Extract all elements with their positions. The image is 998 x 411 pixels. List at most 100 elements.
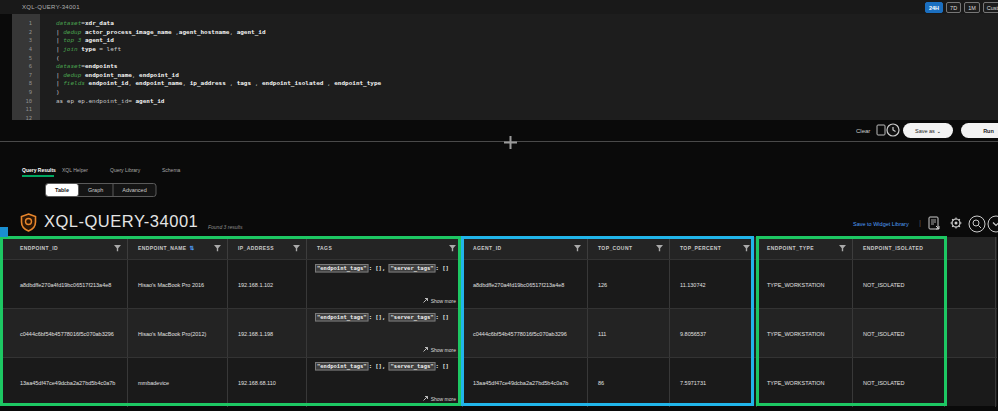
xql-shield-icon (20, 213, 37, 232)
save-as-button[interactable]: Save as ⌄ (903, 123, 953, 138)
show-more-link[interactable]: Show more (423, 396, 456, 403)
filter-icon[interactable] (839, 245, 846, 252)
run-button[interactable]: Run (961, 123, 998, 138)
cursor-crosshair-v (510, 136, 512, 149)
cell-endpoint_type[interactable]: TYPE_WORKSTATION (757, 309, 853, 358)
filter-icon[interactable] (574, 245, 581, 252)
code-line-6[interactable]: 6dataset=endpoints (12, 62, 998, 71)
cell-tags[interactable]: "endpoint_tags": [], "server_tags": [] Sh… (307, 309, 463, 358)
cell-top_count[interactable]: 111 (588, 309, 670, 358)
col-header-endpoint_type[interactable]: ENDPOINT_TYPE (757, 237, 853, 259)
tab-query-library[interactable]: Query Library (110, 167, 140, 173)
code-line-12[interactable]: 12 (12, 114, 998, 120)
time-range-24h[interactable]: 24H (925, 2, 943, 13)
view-tab-table[interactable]: Table (46, 184, 79, 196)
cell-endpoint_isolated[interactable]: NOT_ISOLATED (853, 260, 945, 309)
collapse-icon (988, 216, 998, 232)
xql-query-page: XQL-QUERY-34001 24H7D1MCustom 1dataset=x… (0, 0, 998, 411)
cell-endpoint_isolated[interactable]: NOT_ISOLATED (853, 358, 945, 407)
filter-icon[interactable] (743, 245, 750, 252)
highlight-corner-marker (0, 227, 8, 237)
query-history-icon[interactable] (876, 122, 902, 138)
external-link-icon (423, 298, 429, 304)
cell-top_percent[interactable]: 9.8056537 (670, 309, 757, 358)
cell-top_percent[interactable]: 7.5971731 (670, 358, 757, 407)
code-line-7[interactable]: 7| dedup endpoint_name, endpoint_id (12, 71, 998, 80)
cell-endpoint_id[interactable]: 13aa45df47ce49dcba2a27bd5b4c0a7b (2, 358, 128, 407)
col-header-top_percent[interactable]: TOP_PERCENT (670, 237, 757, 259)
cell-endpoint_name[interactable]: Hisao's MacBook Pro 2016 (128, 260, 228, 309)
tab-xql-helper[interactable]: XQL Helper (62, 167, 88, 173)
panel-divider[interactable] (0, 141, 998, 142)
cell-agent_id[interactable]: a8dbdffe270a4fd19bc06517f213a4e8 (463, 260, 588, 309)
col-header-top_count[interactable]: TOP_COUNT (588, 237, 670, 259)
tab-schema[interactable]: Schema (162, 167, 180, 173)
show-more-link[interactable]: Show more (423, 298, 456, 305)
tab-query-results[interactable]: Query Results (22, 167, 56, 173)
table-row[interactable]: c0444c6bf54b45778016f5c070ab3296Hisao's … (2, 308, 997, 357)
clear-button[interactable]: Clear (856, 127, 870, 134)
cell-ip_address[interactable]: 192.168.68.110 (228, 358, 307, 407)
view-tab-graph[interactable]: Graph (79, 184, 113, 196)
results-title: XQL-QUERY-34001 (44, 212, 198, 231)
cell-top_count[interactable]: 86 (588, 358, 670, 407)
cell-endpoint_type[interactable]: TYPE_WORKSTATION (757, 358, 853, 407)
sort-icon[interactable]: ⇅ (190, 245, 195, 251)
code-line-4[interactable]: 4| join type = left (12, 45, 998, 54)
window-titlebar: XQL-QUERY-34001 (0, 0, 998, 14)
code-line-3[interactable]: 3| top 3 agent_id (12, 36, 998, 45)
code-line-2[interactable]: 2| dedup actor_process_image_name ,agent… (12, 28, 998, 37)
cell-tags[interactable]: "endpoint_tags": [], "server_tags": []Sh… (307, 358, 463, 407)
cell-endpoint_type[interactable]: TYPE_WORKSTATION (757, 260, 853, 309)
separator: | (919, 218, 921, 227)
filter-icon[interactable] (449, 245, 456, 252)
table-row[interactable]: 13aa45df47ce49dcba2a27bd5b4c0a7bmmbadevi… (2, 357, 997, 406)
results-header-icons[interactable] (927, 215, 998, 233)
filter-icon[interactable] (656, 245, 663, 252)
time-range-custom[interactable]: Custom (983, 2, 998, 13)
cell-endpoint_id[interactable]: c0444c6bf54b45778016f5c070ab3296 (2, 309, 128, 358)
col-header-ip_address[interactable]: IP_ADDRESS (228, 237, 307, 259)
save-as-label: Save as (915, 128, 935, 134)
show-more-link[interactable]: Show more (423, 347, 456, 354)
cell-_empty[interactable] (945, 260, 996, 309)
code-line-11[interactable]: 11 (12, 105, 998, 114)
code-line-1[interactable]: 1dataset=xdr_data (12, 19, 998, 28)
cell-top_count[interactable]: 126 (588, 260, 670, 309)
results-count: Found 3 results (208, 224, 242, 230)
cell-endpoint_id[interactable]: a8dbdffe270a4fd19bc06517f213a4e8 (2, 260, 128, 309)
cell-agent_id[interactable]: c0444c6bf54b45778016f5c070ab3296 (463, 309, 588, 358)
cell-agent_id[interactable]: 13aa45df47ce49dcba2a27bd5b4c0a7b (463, 358, 588, 407)
cell-endpoint_name[interactable]: mmbadevice (128, 358, 228, 407)
save-to-widget-link[interactable]: Save to Widget Library (853, 221, 909, 227)
col-header-endpoint_id[interactable]: ENDPOINT_ID (2, 237, 128, 259)
table-row[interactable]: a8dbdffe270a4fd19bc06517f213a4e8Hisao's … (2, 259, 997, 308)
cell-_empty[interactable] (945, 309, 996, 358)
filter-icon[interactable] (214, 245, 221, 252)
cell-ip_address[interactable]: 192.168.1.102 (228, 260, 307, 309)
col-header-endpoint_isolated[interactable]: ENDPOINT_ISOLATED (853, 237, 945, 259)
code-line-5[interactable]: 5( (12, 53, 998, 62)
code-line-10[interactable]: 10as ep ep.endpoint_id= agent_id (12, 96, 998, 105)
view-tab-advanced[interactable]: Advanced (113, 184, 155, 196)
cell-endpoint_name[interactable]: Hisao's MacBook Pro(2012) (128, 309, 228, 358)
cell-tags[interactable]: "endpoint_tags": [], "server_tags": []Sh… (307, 260, 463, 309)
col-header-agent_id[interactable]: AGENT_ID (463, 237, 588, 259)
col-header-endpoint_name[interactable]: ENDPOINT_NAME⇅ (128, 237, 228, 259)
time-range-1m[interactable]: 1M (964, 2, 980, 13)
code-line-8[interactable]: 8| fields endpoint_id, endpoint_name, ip… (12, 79, 998, 88)
cell-top_percent[interactable]: 11.130742 (670, 260, 757, 309)
settings-icon (951, 218, 962, 229)
tags-value: "endpoint_tags": [], "server_tags": [] (315, 314, 449, 321)
code-lines: 1dataset=xdr_data2| dedup actor_process_… (12, 19, 998, 120)
filter-icon[interactable] (114, 245, 121, 252)
cell-endpoint_isolated[interactable]: NOT_ISOLATED (853, 309, 945, 358)
view-switcher: TableGraphAdvanced (45, 183, 157, 197)
cell-_empty[interactable] (945, 358, 996, 407)
cell-ip_address[interactable]: 192.168.1.198 (228, 309, 307, 358)
code-line-9[interactable]: 9) (12, 88, 998, 97)
query-editor[interactable]: 1dataset=xdr_data2| dedup actor_process_… (12, 14, 998, 120)
col-header-tags[interactable]: TAGS (307, 237, 463, 259)
filter-icon[interactable] (293, 245, 300, 252)
time-range-7d[interactable]: 7D (946, 2, 961, 13)
